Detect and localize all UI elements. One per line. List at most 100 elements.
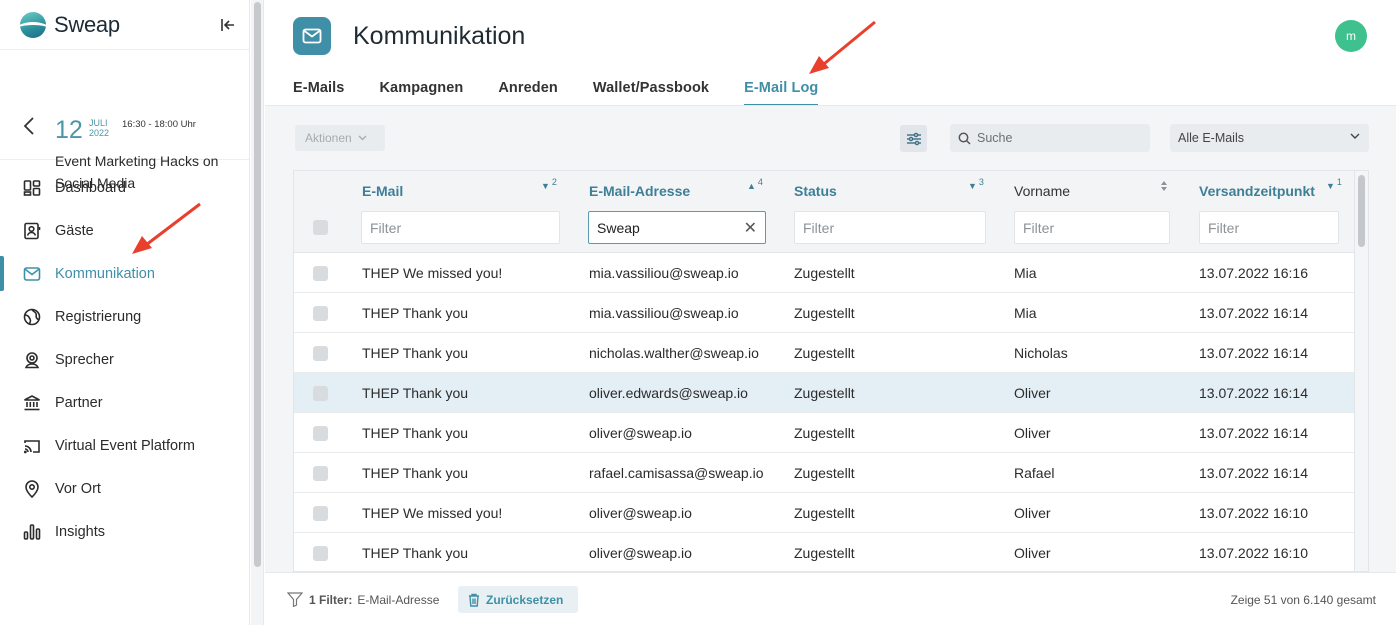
filter-funnel-icon xyxy=(287,592,303,607)
row-checkbox[interactable] xyxy=(313,346,328,361)
cell-status: Zugestellt xyxy=(794,385,855,401)
user-avatar[interactable]: m xyxy=(1335,20,1367,52)
filter-count: 1 Filter: xyxy=(309,592,353,607)
sort-unsorted-icon[interactable] xyxy=(1160,180,1168,192)
collapse-sidebar-button[interactable] xyxy=(219,16,237,34)
row-checkbox[interactable] xyxy=(313,426,328,441)
scrollbar-thumb[interactable] xyxy=(1358,175,1365,247)
cell-email-adresse: nicholas.walther@sweap.io xyxy=(589,345,759,361)
cell-versandzeitpunkt: 13.07.2022 16:10 xyxy=(1199,505,1308,521)
sidebar: Sweap 12 JULI 2022 16:30 - 18:00 Uhr Eve… xyxy=(0,0,250,625)
tab-anreden[interactable]: Anreden xyxy=(498,78,558,106)
tab-emails[interactable]: E-Mails xyxy=(293,78,344,106)
column-header-vorname[interactable]: Vorname xyxy=(1014,183,1070,199)
sidebar-item-guests[interactable]: Gäste xyxy=(0,209,249,252)
cell-email: THEP We missed you! xyxy=(362,505,503,521)
filter-email xyxy=(361,211,560,244)
sort-arrow: ▲ xyxy=(747,181,756,191)
table-row[interactable]: THEP Thank you mia.vassiliou@sweap.io Zuge… xyxy=(294,293,1354,333)
cell-email-adresse: oliver.edwards@sweap.io xyxy=(589,385,748,401)
filter-versandzeitpunkt xyxy=(1199,211,1339,244)
active-filter-info: 1 Filter: E-Mail-Adresse xyxy=(287,592,439,607)
table-row[interactable]: THEP Thank you oliver.edwards@sweap.io Zug… xyxy=(294,373,1354,413)
table-row[interactable]: THEP We missed you! mia.vassiliou@sweap.i… xyxy=(294,253,1354,293)
row-checkbox[interactable] xyxy=(313,466,328,481)
column-settings-button[interactable] xyxy=(900,125,927,152)
sort-arrow: ▼ xyxy=(968,181,977,191)
cell-email: THEP Thank you xyxy=(362,385,469,401)
cell-versandzeitpunkt: 13.07.2022 16:14 xyxy=(1199,425,1308,441)
sidebar-item-label: Gäste xyxy=(55,222,94,239)
column-header-email[interactable]: E-Mail xyxy=(362,183,403,199)
row-checkbox[interactable] xyxy=(313,386,328,401)
sidebar-item-sprecher[interactable]: Sprecher xyxy=(0,338,249,381)
sort-indicator-versandzeitpunkt[interactable]: ▼ 1 xyxy=(1326,177,1342,191)
cell-vorname: Rafael xyxy=(1014,465,1055,481)
cell-email-adresse: rafael.camisassa@sweap.io xyxy=(589,465,764,481)
sort-arrow: ▼ xyxy=(541,181,550,191)
actions-dropdown[interactable]: Aktionen xyxy=(295,125,385,151)
event-month: JULI xyxy=(89,118,108,128)
search-box xyxy=(950,124,1150,152)
collapse-left-icon xyxy=(221,19,234,31)
cell-versandzeitpunkt: 13.07.2022 16:14 xyxy=(1199,465,1308,481)
sidebar-item-partner[interactable]: Partner xyxy=(0,381,249,424)
cell-vorname: Oliver xyxy=(1014,545,1051,561)
reset-filters-button[interactable]: Zurücksetzen xyxy=(458,586,578,613)
tab-kampagnen[interactable]: Kampagnen xyxy=(379,78,463,106)
bank-icon xyxy=(22,393,42,413)
filter-email-input[interactable] xyxy=(370,219,551,236)
page-title: Kommunikation xyxy=(353,22,526,50)
row-checkbox[interactable] xyxy=(313,306,328,321)
sort-indicator-status[interactable]: ▼ 3 xyxy=(968,177,984,191)
sidebar-item-vor-ort[interactable]: Vor Ort xyxy=(0,467,249,510)
sort-order: 2 xyxy=(551,177,557,187)
sidebar-item-dashboard[interactable]: Dashboard xyxy=(0,166,249,209)
select-all-checkbox[interactable] xyxy=(313,220,328,235)
row-checkbox[interactable] xyxy=(313,546,328,561)
sidebar-item-kommunikation[interactable]: Kommunikation xyxy=(0,252,249,295)
sidebar-item-insights[interactable]: Insights xyxy=(0,510,249,553)
back-button[interactable] xyxy=(22,116,36,141)
search-input[interactable] xyxy=(977,131,1137,145)
logo-row: Sweap xyxy=(0,0,249,50)
search-icon xyxy=(958,132,971,145)
table-row[interactable]: THEP Thank you oliver@sweap.io Zugestellt O… xyxy=(294,413,1354,453)
table-row[interactable]: THEP Thank you rafael.camisassa@sweap.io Z… xyxy=(294,453,1354,493)
cell-status: Zugestellt xyxy=(794,545,855,561)
cell-email-adresse: oliver@sweap.io xyxy=(589,545,692,561)
cell-email-adresse: oliver@sweap.io xyxy=(589,425,692,441)
email-type-select[interactable]: Alle E-Mails xyxy=(1170,124,1369,152)
column-header-email-adresse[interactable]: E-Mail-Adresse xyxy=(589,183,690,199)
filter-email-adresse-input[interactable] xyxy=(597,219,740,236)
sort-indicator-email-adresse[interactable]: ▲ 4 xyxy=(747,177,763,191)
filter-status-input[interactable] xyxy=(803,219,977,236)
event-time: 16:30 - 18:00 Uhr xyxy=(122,119,196,130)
row-checkbox[interactable] xyxy=(313,266,328,281)
app-window: Sweap 12 JULI 2022 16:30 - 18:00 Uhr Eve… xyxy=(0,0,1396,625)
table-row[interactable]: THEP Thank you nicholas.walther@sweap.io Z… xyxy=(294,333,1354,373)
table-row[interactable]: THEP We missed you! oliver@sweap.io Zugest… xyxy=(294,493,1354,533)
sort-indicator-email[interactable]: ▼ 2 xyxy=(541,177,557,191)
column-header-versandzeitpunkt[interactable]: Versandzeitpunkt xyxy=(1199,183,1315,199)
tab-wallet-passbook[interactable]: Wallet/Passbook xyxy=(593,78,709,106)
filter-field: E-Mail-Adresse xyxy=(357,592,440,607)
filter-versandzeitpunkt-input[interactable] xyxy=(1208,219,1330,236)
row-checkbox[interactable] xyxy=(313,506,328,521)
clear-filter-icon[interactable]: ✕ xyxy=(744,218,757,238)
filter-vorname-input[interactable] xyxy=(1023,219,1161,236)
sidebar-item-virtual-event-platform[interactable]: Virtual Event Platform xyxy=(0,424,249,467)
scrollbar-thumb[interactable] xyxy=(254,2,261,567)
sidebar-item-registrierung[interactable]: Registrierung xyxy=(0,295,249,338)
filter-status xyxy=(794,211,986,244)
sidebar-item-label: Dashboard xyxy=(55,179,126,196)
tab-email-log[interactable]: E-Mail Log xyxy=(744,78,819,106)
cell-status: Zugestellt xyxy=(794,305,855,321)
sidebar-scrollbar[interactable] xyxy=(251,0,264,625)
table-row[interactable]: THEP Thank you oliver@sweap.io Zugestellt O… xyxy=(294,533,1354,571)
table-scrollbar[interactable] xyxy=(1354,171,1368,571)
filter-email-adresse: ✕ xyxy=(588,211,766,244)
dashboard-icon xyxy=(22,178,42,198)
column-header-status[interactable]: Status xyxy=(794,183,837,199)
cell-email-adresse: mia.vassiliou@sweap.io xyxy=(589,265,739,281)
